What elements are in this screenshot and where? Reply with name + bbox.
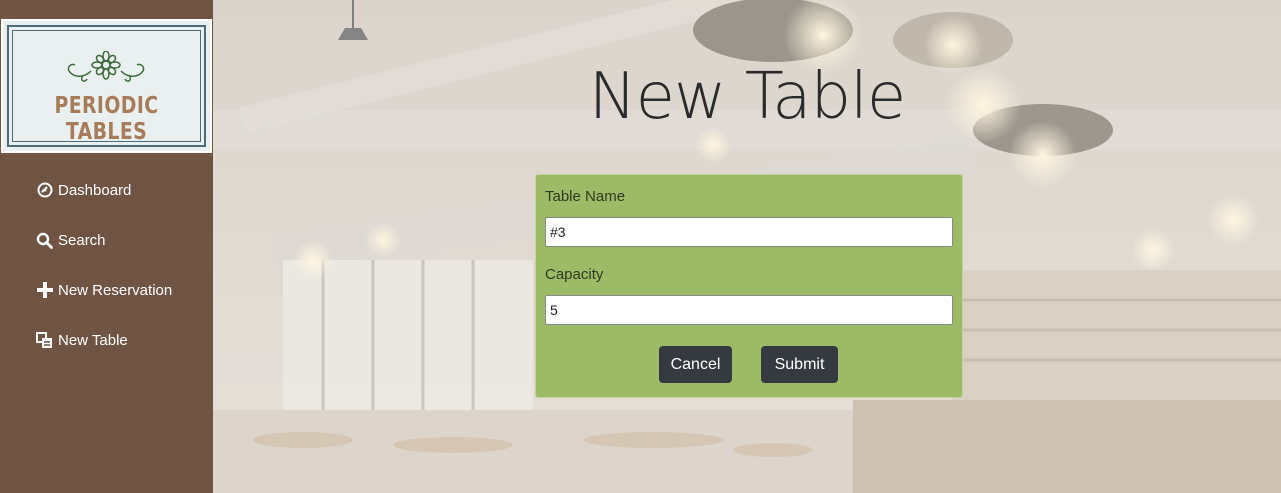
dashboard-icon xyxy=(36,182,53,199)
sidebar: PERIODIC TABLES Dashboard Search New Res… xyxy=(0,0,213,493)
plus-icon xyxy=(36,282,53,299)
logo[interactable]: PERIODIC TABLES xyxy=(1,19,212,153)
table-name-label: Table Name xyxy=(545,188,626,205)
logo-text: PERIODIC TABLES xyxy=(54,93,159,145)
page-title: New Table xyxy=(588,60,906,134)
table-name-input[interactable] xyxy=(545,217,953,247)
cancel-button[interactable]: Cancel xyxy=(659,346,732,383)
sidebar-item-label: Dashboard xyxy=(58,181,132,199)
sidebar-item-search[interactable]: Search xyxy=(36,228,172,252)
sidebar-item-dashboard[interactable]: Dashboard xyxy=(36,178,172,202)
sidebar-item-label: New Reservation xyxy=(58,281,173,299)
tables-icon xyxy=(36,331,53,349)
sidebar-item-label: Search xyxy=(58,231,106,249)
sidebar-nav: Dashboard Search New Reservation New Tab… xyxy=(36,178,172,378)
flower-flourish-icon xyxy=(67,51,145,82)
capacity-label: Capacity xyxy=(545,266,604,283)
submit-button[interactable]: Submit xyxy=(761,346,838,383)
sidebar-item-label: New Table xyxy=(58,331,128,349)
search-icon xyxy=(36,232,53,249)
capacity-input[interactable] xyxy=(545,295,953,325)
sidebar-item-new-table[interactable]: New Table xyxy=(36,328,172,352)
new-table-form: Table Name Capacity Cancel Submit xyxy=(535,174,963,398)
sidebar-item-new-reservation[interactable]: New Reservation xyxy=(36,278,172,302)
